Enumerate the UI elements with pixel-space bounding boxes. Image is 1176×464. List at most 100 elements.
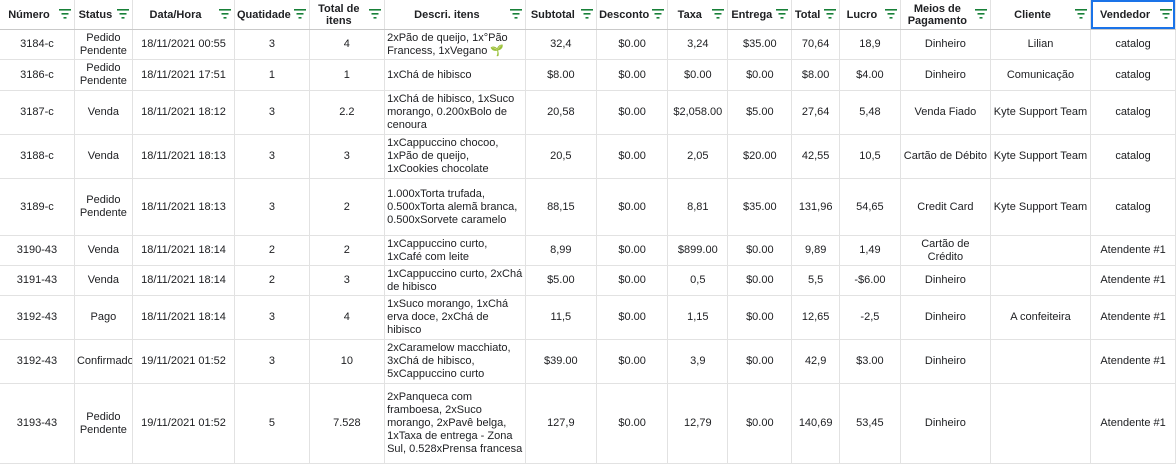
cell-vendedor[interactable]: Atendente #1	[1090, 339, 1176, 384]
cell-entrega[interactable]: $20.00	[727, 134, 793, 179]
cell-entrega[interactable]: $0.00	[727, 265, 793, 296]
cell-cliente[interactable]	[990, 339, 1092, 384]
cell-pagamento[interactable]: Cartão de Crédito	[900, 235, 991, 266]
cell-lucro[interactable]: 10,5	[839, 134, 901, 179]
cell-total[interactable]: 70,64	[791, 29, 840, 60]
cell-desconto[interactable]: $0.00	[596, 29, 669, 60]
cell-subtotal[interactable]: 11,5	[525, 295, 598, 340]
cell-pagamento[interactable]: Venda Fiado	[900, 90, 991, 135]
cell-numero[interactable]: 3186-c	[0, 59, 75, 91]
cell-desconto[interactable]: $0.00	[596, 59, 669, 91]
cell-taxa[interactable]: $2,058.00	[667, 90, 729, 135]
cell-total-itens[interactable]: 10	[309, 339, 386, 384]
cell-numero[interactable]: 3184-c	[0, 29, 75, 60]
cell-desconto[interactable]: $0.00	[596, 383, 669, 464]
cell-total-itens[interactable]: 3	[309, 134, 386, 179]
cell-subtotal[interactable]: 127,9	[525, 383, 598, 464]
column-header-taxa[interactable]: Taxa	[667, 0, 729, 30]
cell-total[interactable]: 9,89	[791, 235, 840, 266]
cell-quantidade[interactable]: 2	[234, 265, 310, 296]
cell-lucro[interactable]: 53,45	[839, 383, 901, 464]
column-header-lucro[interactable]: Lucro	[839, 0, 901, 30]
column-header-descricao[interactable]: Descri. itens	[384, 0, 526, 30]
cell-lucro[interactable]: 18,9	[839, 29, 901, 60]
cell-lucro[interactable]: $4.00	[839, 59, 901, 91]
cell-subtotal[interactable]: 88,15	[525, 178, 598, 236]
cell-quantidade[interactable]: 3	[234, 339, 310, 384]
cell-numero[interactable]: 3193-43	[0, 383, 75, 464]
cell-cliente[interactable]: Lilian	[990, 29, 1092, 60]
cell-data[interactable]: 18/11/2021 18:14	[132, 265, 236, 296]
cell-status[interactable]: Pedido Pendente	[74, 29, 133, 60]
cell-lucro[interactable]: 54,65	[839, 178, 901, 236]
cell-descricao[interactable]: 2xPão de queijo, 1x°Pão Francess, 1xVega…	[384, 29, 526, 60]
cell-pagamento[interactable]: Dinheiro	[900, 59, 991, 91]
cell-numero[interactable]: 3188-c	[0, 134, 75, 179]
cell-descricao[interactable]: 1xCappuccino chocoo, 1xPão de queijo, 1x…	[384, 134, 526, 179]
cell-pagamento[interactable]: Dinheiro	[900, 265, 991, 296]
cell-lucro[interactable]: -2,5	[839, 295, 901, 340]
cell-vendedor[interactable]: Atendente #1	[1090, 235, 1176, 266]
cell-total[interactable]: 12,65	[791, 295, 840, 340]
cell-status[interactable]: Confirmado	[74, 339, 133, 384]
cell-descricao[interactable]: 1.000xTorta trufada, 0.500xTorta alemã b…	[384, 178, 526, 236]
cell-descricao[interactable]: 1xCappuccino curto, 2xChá de hibisco	[384, 265, 526, 296]
cell-pagamento[interactable]: Dinheiro	[900, 295, 991, 340]
cell-cliente[interactable]: A confeiteira	[990, 295, 1092, 340]
cell-vendedor[interactable]: catalog	[1090, 29, 1176, 60]
cell-lucro[interactable]: $3.00	[839, 339, 901, 384]
cell-total-itens[interactable]: 2	[309, 235, 386, 266]
cell-descricao[interactable]: 1xChá de hibisco	[384, 59, 526, 91]
cell-data[interactable]: 18/11/2021 18:12	[132, 90, 236, 135]
cell-subtotal[interactable]: 20,5	[525, 134, 598, 179]
cell-cliente[interactable]	[990, 235, 1092, 266]
cell-entrega[interactable]: $0.00	[727, 295, 793, 340]
column-header-data[interactable]: Data/Hora	[132, 0, 236, 30]
filter-icon[interactable]	[58, 9, 71, 20]
cell-status[interactable]: Pago	[74, 295, 133, 340]
column-header-entrega[interactable]: Entrega	[727, 0, 793, 30]
cell-numero[interactable]: 3189-c	[0, 178, 75, 236]
cell-subtotal[interactable]: 8,99	[525, 235, 598, 266]
cell-subtotal[interactable]: $39.00	[525, 339, 598, 384]
cell-cliente[interactable]: Kyte Support Team	[990, 90, 1092, 135]
cell-taxa[interactable]: 1,15	[667, 295, 729, 340]
cell-status[interactable]: Venda	[74, 134, 133, 179]
filter-icon[interactable]	[369, 9, 382, 20]
column-header-numero[interactable]: Número	[0, 0, 75, 30]
cell-quantidade[interactable]: 3	[234, 295, 310, 340]
column-header-quantidade[interactable]: Quatidade	[234, 0, 310, 30]
cell-entrega[interactable]: $0.00	[727, 235, 793, 266]
cell-cliente[interactable]: Kyte Support Team	[990, 178, 1092, 236]
cell-desconto[interactable]: $0.00	[596, 265, 669, 296]
cell-total[interactable]: 42,55	[791, 134, 840, 179]
cell-status[interactable]: Venda	[74, 235, 133, 266]
cell-total[interactable]: 27,64	[791, 90, 840, 135]
filter-icon[interactable]	[1075, 9, 1088, 20]
cell-desconto[interactable]: $0.00	[596, 178, 669, 236]
cell-taxa[interactable]: 0,5	[667, 265, 729, 296]
cell-entrega[interactable]: $35.00	[727, 178, 793, 236]
filter-icon[interactable]	[776, 9, 789, 20]
cell-total[interactable]: 5,5	[791, 265, 840, 296]
cell-entrega[interactable]: $5.00	[727, 90, 793, 135]
cell-pagamento[interactable]: Dinheiro	[900, 29, 991, 60]
cell-desconto[interactable]: $0.00	[596, 134, 669, 179]
filter-icon[interactable]	[293, 9, 306, 20]
column-header-pagamento[interactable]: Meios de Pagamento	[900, 0, 991, 30]
cell-entrega[interactable]: $35.00	[727, 29, 793, 60]
cell-status[interactable]: Pedido Pendente	[74, 59, 133, 91]
cell-vendedor[interactable]: catalog	[1090, 90, 1176, 135]
cell-subtotal[interactable]: $5.00	[525, 265, 598, 296]
column-header-subtotal[interactable]: Subtotal	[525, 0, 598, 30]
cell-entrega[interactable]: $0.00	[727, 383, 793, 464]
column-header-desconto[interactable]: Desconto	[596, 0, 669, 30]
cell-quantidade[interactable]: 3	[234, 178, 310, 236]
cell-data[interactable]: 18/11/2021 18:13	[132, 134, 236, 179]
cell-lucro[interactable]: -$6.00	[839, 265, 901, 296]
cell-taxa[interactable]: 3,9	[667, 339, 729, 384]
filter-icon[interactable]	[1160, 9, 1172, 20]
cell-taxa[interactable]: $899.00	[667, 235, 729, 266]
cell-quantidade[interactable]: 3	[234, 134, 310, 179]
cell-pagamento[interactable]: Credit Card	[900, 178, 991, 236]
